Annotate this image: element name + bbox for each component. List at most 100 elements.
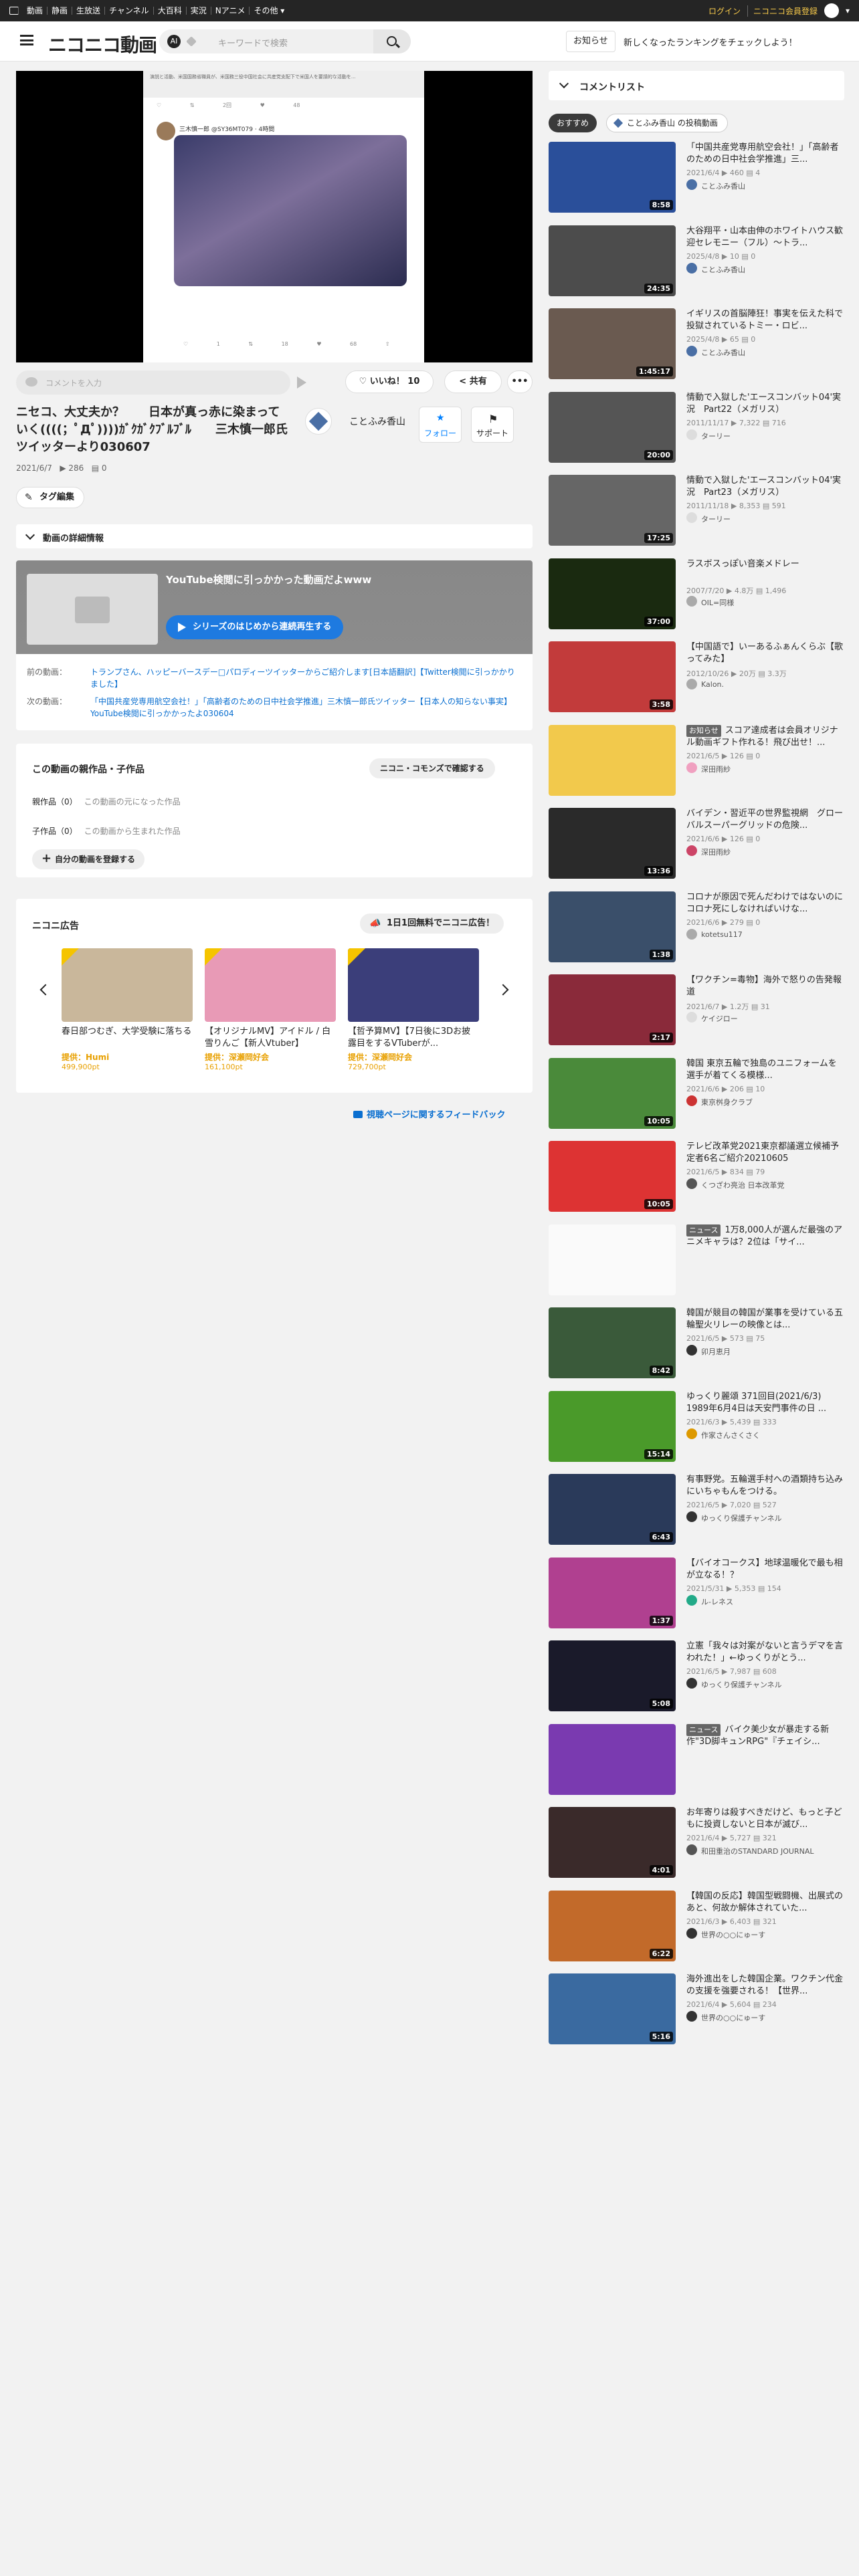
tab-recommend[interactable]: おすすめ <box>549 114 597 132</box>
video-thumbnail[interactable]: 6:22 <box>549 1890 676 1961</box>
video-owner[interactable]: ターリー <box>686 429 731 441</box>
video-owner[interactable]: ル-レネス <box>686 1594 733 1607</box>
search-input[interactable]: キーワードで検索 <box>218 36 288 49</box>
video-title[interactable]: ニュース バイク美少女が暴走する新作"3D脚キュンRPG"『チェイシ... <box>686 1723 844 1748</box>
register-link[interactable]: ニコニコ会員登録 <box>747 5 818 17</box>
related-video-item[interactable]: 6:22 【韓国の反応】韓国型戦闘機、出展式のあと、何故か解体されていた... 20… <box>549 1890 844 1964</box>
nav-live[interactable]: 生放送 <box>72 7 106 15</box>
related-video-item[interactable]: 1:37 【バイオコークス】地球温暖化で最も相が立なる！？ 2021/5/31 ▶ … <box>549 1557 844 1631</box>
video-thumbnail[interactable]: 20:00 <box>549 391 676 463</box>
comment-input[interactable]: コメントを入力 <box>16 370 290 395</box>
video-owner[interactable]: 東京桝身クラブ <box>686 1095 753 1107</box>
video-title[interactable]: 海外進出をした韓国企業。ワクチン代金の支援を強要される！【世界... <box>686 1973 844 1998</box>
video-thumbnail[interactable] <box>549 1224 676 1295</box>
menu-icon[interactable] <box>20 35 33 45</box>
video-title[interactable]: 有事野党。五輪選手村への酒類持ち込みにいちゃもんをつける。 <box>686 1474 844 1498</box>
video-thumbnail[interactable]: 2:17 <box>549 974 676 1045</box>
video-title[interactable]: 大谷翔平・山本由伸のホワイトハウス歓迎セレモニー（フル）～トラ... <box>686 225 844 249</box>
video-thumbnail[interactable]: 15:14 <box>549 1390 676 1462</box>
related-video-item[interactable]: 1:38 コロナが原因で死んだわけではないのにコロナ死にしなければいけな... 20… <box>549 891 844 965</box>
related-video-item[interactable]: 3:58 【中国語で】いーあるふぁんくらぶ【歌ってみた】 2012/10/26 ▶ … <box>549 641 844 715</box>
feedback-link[interactable]: 視聴ページに関するフィードバック <box>353 1107 505 1120</box>
video-owner[interactable]: ゆっくり保護チャンネル <box>686 1678 782 1690</box>
series-title[interactable]: YouTube検閲に引っかかった動画だよwww <box>166 572 371 586</box>
video-owner[interactable]: Kalon. <box>686 679 724 689</box>
related-video-item[interactable]: お知らせ スコア達成者は会員オリジナル動画ギフト作れる！飛び出せ！... 2021/… <box>549 724 844 798</box>
search-icon[interactable] <box>373 29 411 53</box>
video-owner[interactable]: 深田雨紗 <box>686 845 731 857</box>
related-video-item[interactable]: 10:05 テレビ改革党2021東京都議選立候補予定者6名ご紹介20210605 2… <box>549 1141 844 1214</box>
video-thumbnail[interactable]: 10:05 <box>549 1057 676 1129</box>
video-title[interactable]: イギリスの首脳陣狂！事実を伝えた科で投獄されているトミー・ロビ... <box>686 308 844 332</box>
notice-button[interactable]: お知らせ <box>566 31 615 52</box>
video-title[interactable]: お年寄りは殺すべきだけど、もっと子どもに投資しないと日本が滅び... <box>686 1807 844 1831</box>
related-video-item[interactable]: 37:00 ラスボスっぽい音楽メドレー 2007/7/20 ▶ 4.8万 ▤ 1,4… <box>549 558 844 632</box>
video-title[interactable]: 情動で入獄した'エースコンバット04'実況 Part22（メガリス） <box>686 392 844 416</box>
related-video-item[interactable]: 8:42 韓国が競目の韓国が業事を受けている五輪聖火リレーの映像とは... 2021… <box>549 1307 844 1381</box>
related-video-item[interactable]: 10:05 韓国 東京五輪で独島のユニフォームを選手が着てくる模様... 2021/… <box>549 1057 844 1132</box>
video-owner[interactable]: 卯月恵月 <box>686 1345 731 1357</box>
video-thumbnail[interactable]: 37:00 <box>549 558 676 629</box>
support-button[interactable]: サポート <box>471 407 514 443</box>
channel-icon[interactable] <box>305 408 332 435</box>
video-title[interactable]: ラスボスっぽい音楽メドレー <box>686 558 844 582</box>
related-video-item[interactable]: 4:01 お年寄りは殺すべきだけど、もっと子どもに投資しないと日本が滅び... 20… <box>549 1807 844 1881</box>
video-owner[interactable]: くつざわ亮治 日本改革党 <box>686 1178 785 1190</box>
video-thumbnail[interactable]: 1:45:17 <box>549 308 676 379</box>
video-owner[interactable]: ターリー <box>686 512 731 524</box>
video-title[interactable]: 「中国共産党専用航空会社！」「高齢者のための日中社会学推進」三... <box>686 142 844 166</box>
niconico-logo-icon[interactable] <box>9 7 19 15</box>
video-title[interactable]: テレビ改革党2021東京都議選立候補予定者6名ご紹介20210605 <box>686 1141 844 1165</box>
video-player[interactable]: 演説と活動、米国国務省職員が、米国務三役中国社会に共産党支配下で米国人を要請的な… <box>16 71 533 362</box>
video-thumbnail[interactable]: 4:01 <box>549 1807 676 1878</box>
related-video-item[interactable]: 1:45:17 イギリスの首脳陣狂！事実を伝えた科で投獄されているトミー・ロビ..… <box>549 308 844 382</box>
video-thumbnail[interactable]: 5:16 <box>549 1973 676 2044</box>
video-owner[interactable]: 世界の○○にゅーす <box>686 2011 765 2023</box>
video-title[interactable]: 立憲「我々は対案がないと言うデマを言われた！」←ゆっくりがとう... <box>686 1640 844 1665</box>
tag-edit-button[interactable]: タグ編集 <box>16 487 85 508</box>
series-thumbnail[interactable] <box>27 574 158 645</box>
video-title[interactable]: 【バイオコークス】地球温暖化で最も相が立なる！？ <box>686 1558 844 1582</box>
prev-video-link[interactable]: トランプさん、ハッピーバースデー□パロディーツイッターからご紹介します[日本語翻… <box>90 666 518 690</box>
commons-button[interactable]: ニコニ・コモンズで確認する <box>369 758 495 778</box>
related-video-item[interactable]: 24:35 大谷翔平・山本由伸のホワイトハウス歓迎セレモニー（フル）～トラ... 2… <box>549 225 844 299</box>
video-title[interactable]: 韓国 東京五輪で独島のユニフォームを選手が着てくる模様... <box>686 1058 844 1082</box>
video-owner[interactable]: ケイジロー <box>686 1012 738 1024</box>
video-thumbnail[interactable] <box>549 1723 676 1795</box>
video-owner[interactable]: ゆっくり保護チャンネル <box>686 1511 782 1523</box>
nav-more[interactable]: その他 ▾ <box>250 7 288 15</box>
nav-jikkyo[interactable]: 実況 <box>187 7 211 15</box>
video-title[interactable]: 【韓国の反応】韓国型戦闘機、出展式のあと、何故か解体されていた... <box>686 1891 844 1915</box>
channel-name[interactable]: ことふみ香山 <box>349 415 405 428</box>
related-video-item[interactable]: 5:08 立憲「我々は対案がないと言うデマを言われた！」←ゆっくりがとう... 20… <box>549 1640 844 1714</box>
related-video-item[interactable]: ニュース バイク美少女が暴走する新作"3D脚キュンRPG"『チェイシ... <box>549 1723 844 1798</box>
comment-list-toggle[interactable]: コメントリスト <box>549 71 844 100</box>
video-thumbnail[interactable]: 1:37 <box>549 1557 676 1628</box>
video-thumbnail[interactable]: 8:42 <box>549 1307 676 1378</box>
video-owner[interactable]: 世界の○○にゅーす <box>686 1927 765 1940</box>
video-thumbnail[interactable]: 1:38 <box>549 891 676 962</box>
video-owner[interactable]: OIL=同様 <box>686 595 734 608</box>
video-title[interactable]: 【ワクチン=毒物】海外で怒りの告発報道 <box>686 974 844 998</box>
ad-card[interactable]: 春日部つむぎ、大学受験に落ちる 提供：Humi 499,900pt <box>62 948 193 1071</box>
share-button[interactable]: < 共有 <box>444 370 502 393</box>
video-title[interactable]: ニュース 1万8,000人が選んだ最強のアニメキャラは？2位は「サイ... <box>686 1224 844 1249</box>
nav-nanime[interactable]: Nアニメ <box>211 7 250 15</box>
video-title[interactable]: コロナが原因で死んだわけではないのにコロナ死にしなければいけな... <box>686 891 844 916</box>
video-title[interactable]: 韓国が競目の韓国が業事を受けている五輪聖火リレーの映像とは... <box>686 1307 844 1331</box>
video-thumbnail[interactable] <box>549 724 676 796</box>
nav-video[interactable]: 動画 <box>23 7 48 15</box>
notice-text[interactable]: 新しくなったランキングをチェックしよう！ <box>624 35 797 48</box>
related-video-item[interactable]: 2:17 【ワクチン=毒物】海外で怒りの告発報道 2021/6/7 ▶ 1.2万 ▤… <box>549 974 844 1048</box>
chevron-left-icon[interactable] <box>39 984 52 996</box>
ad-card[interactable]: 【哲予算MV】【7日後に3Dお披露目をするVTuberが... 提供：深瀬岡好会… <box>348 948 479 1071</box>
video-thumbnail[interactable]: 8:58 <box>549 142 676 213</box>
avatar[interactable] <box>824 3 839 18</box>
video-title[interactable]: 【中国語で】いーあるふぁんくらぶ【歌ってみた】 <box>686 641 844 665</box>
site-logo[interactable]: ニコニコ動画 <box>48 31 157 58</box>
related-video-item[interactable]: 17:25 情動で入獄した'エースコンバット04'実況 Part23（メガリス） 2… <box>549 475 844 548</box>
nav-seiga[interactable]: 静画 <box>47 7 73 15</box>
tag-search-icon[interactable] <box>186 36 197 47</box>
related-video-item[interactable]: 13:36 バイデン・習近平の世界監視網 グローバルスーパーグリッドの危険... 2… <box>549 808 844 881</box>
related-video-item[interactable]: 8:58 「中国共産党専用航空会社！」「高齢者のための日中社会学推進」三... 20… <box>549 142 844 215</box>
